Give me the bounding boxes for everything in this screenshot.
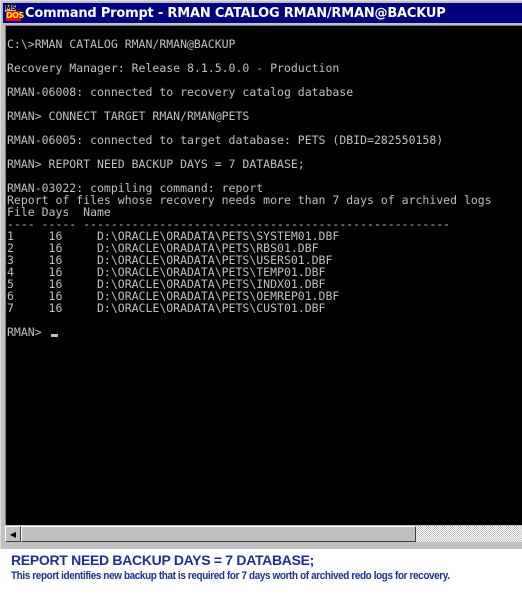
horizontal-scrollbar[interactable]: ◀ <box>5 526 522 542</box>
console-text: C:\>RMAN CATALOG RMAN/RMAN@BACKUP Recove… <box>6 26 522 338</box>
text-cursor <box>50 334 58 337</box>
title-bar[interactable]: MS DOS Command Prompt - RMAN CATALOG RMA… <box>3 3 522 23</box>
console-output[interactable]: C:\>RMAN CATALOG RMAN/RMAN@BACKUP Recove… <box>5 25 522 525</box>
caption-description: This report identifies new backup that i… <box>11 570 450 582</box>
caption: REPORT NEED BACKUP DAYS = 7 DATABASE; Th… <box>11 552 498 583</box>
caption-title: REPORT NEED BACKUP DAYS = 7 DATABASE; <box>11 552 315 568</box>
rman-prompt: RMAN> <box>7 325 49 339</box>
console-line: Recovery Manager: Release 8.1.5.0.0 - Pr… <box>7 61 340 75</box>
report-row: 7 16 D:\ORACLE\ORADATA\PETS\CUST01.DBF <box>7 301 326 315</box>
command-prompt-window: MS DOS Command Prompt - RMAN CATALOG RMA… <box>0 0 522 549</box>
console-line: RMAN> CONNECT TARGET RMAN/RMAN@PETS <box>7 109 250 123</box>
window-title: Command Prompt - RMAN CATALOG RMAN/RMAN@… <box>25 5 446 21</box>
scroll-left-button[interactable]: ◀ <box>5 526 21 542</box>
scroll-thumb[interactable] <box>21 526 416 542</box>
console-line: C:\>RMAN CATALOG RMAN/RMAN@BACKUP <box>7 37 236 51</box>
ms-dos-icon[interactable]: MS DOS <box>5 5 24 21</box>
console-line: RMAN-06008: connected to recovery catalo… <box>7 85 354 99</box>
console-line: RMAN-06005: connected to target database… <box>7 133 444 147</box>
left-arrow-icon: ◀ <box>9 529 17 539</box>
console-line: RMAN> REPORT NEED BACKUP DAYS = 7 DATABA… <box>7 157 305 171</box>
